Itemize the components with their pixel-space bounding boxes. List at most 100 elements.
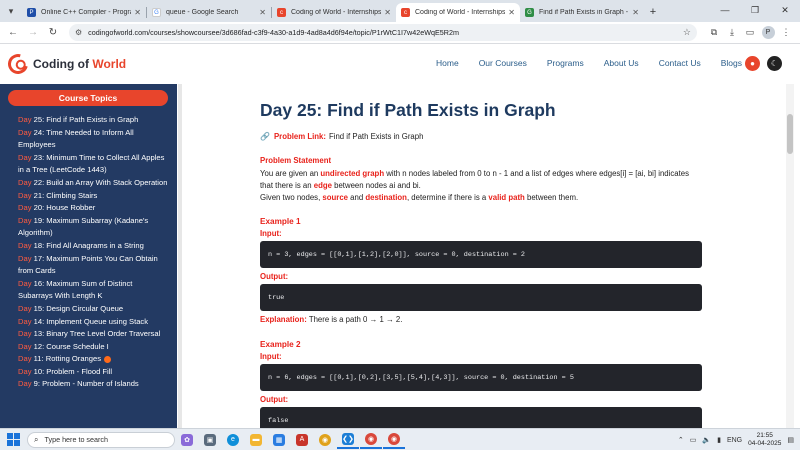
chrome-icon[interactable]: ◉ xyxy=(383,431,405,449)
close-tab-icon[interactable]: ✕ xyxy=(259,8,266,17)
example-heading: Example 2 xyxy=(260,340,301,349)
browser-tab[interactable]: P Online C++ Compiler - Progra ✕ xyxy=(22,3,146,22)
topic-item[interactable]: Day 18: Find All Anagrams in a String xyxy=(18,240,168,253)
close-tab-icon[interactable]: ✕ xyxy=(134,8,141,17)
logo-text: Coding of World xyxy=(33,57,127,71)
site-info-icon[interactable]: ⚙ xyxy=(75,28,82,37)
vscode-icon[interactable]: ❮❯ xyxy=(337,431,359,449)
nav-home[interactable]: Home xyxy=(436,58,459,68)
problem-link[interactable]: Find if Path Exists in Graph xyxy=(329,132,423,141)
topic-item[interactable]: Day 9: Problem - Number of Islands xyxy=(18,378,168,391)
nav-blogs[interactable]: Blogs xyxy=(721,58,742,68)
tray-overflow-icon[interactable]: ⌃ xyxy=(678,436,684,444)
battery-icon[interactable]: ▮ xyxy=(717,436,721,444)
topic-item[interactable]: Day 10: Problem - Flood Fill xyxy=(18,366,168,379)
network-icon[interactable]: ▭ xyxy=(690,436,697,444)
topic-item[interactable]: Day 24: Time Needed to Inform All Employ… xyxy=(18,127,168,152)
clock-time: 21:55 xyxy=(756,432,773,439)
topic-item[interactable]: Day 20: House Robber xyxy=(18,202,168,215)
scrollbar-thumb[interactable] xyxy=(787,114,793,154)
system-tray: ⌃ ▭ 🔈 ▮ ENG 21:55 04-04-2025 ▤ xyxy=(678,429,800,450)
file-explorer-icon[interactable]: ▬ xyxy=(245,431,267,449)
output-label: Output: xyxy=(260,395,289,404)
chrome-icon[interactable]: ◉ xyxy=(314,431,336,449)
extensions-icon[interactable]: ⧉ xyxy=(705,25,723,41)
app-red-icon[interactable]: A xyxy=(291,431,313,449)
google-icon: G xyxy=(152,8,161,17)
browser-tab[interactable]: c Coding of World - Internships, ✕ xyxy=(272,3,396,22)
user-account-icon[interactable]: ● xyxy=(745,56,760,71)
cow-icon: c xyxy=(401,8,410,17)
url-text: codingofworld.com/courses/showcoursee/3d… xyxy=(88,28,459,37)
notifications-icon[interactable]: ▤ xyxy=(787,436,794,444)
close-window-icon[interactable]: ✕ xyxy=(770,0,800,20)
task-view-icon[interactable]: ▣ xyxy=(199,431,221,449)
browser-toolbar: ← → ↻ ⚙ codingofworld.com/courses/showco… xyxy=(0,22,800,44)
close-tab-icon[interactable]: ✕ xyxy=(508,8,515,17)
code-block-input: n = 3, edges = [[0,1],[1,2],[2,0]], sour… xyxy=(260,241,702,268)
widgets-icon[interactable]: ✿ xyxy=(176,431,198,449)
gdb-icon: P xyxy=(27,8,36,17)
topic-item[interactable]: Day 15: Design Circular Queue xyxy=(18,303,168,316)
browser-tab-strip: ▾ P Online C++ Compiler - Progra ✕ G que… xyxy=(0,0,800,22)
topic-item[interactable]: Day 16: Maximum Sum of Distinct Subarray… xyxy=(18,278,168,303)
windows-taskbar: ⌕ Type here to search ✿ ▣ e ▬ ▦ A ◉ ❮❯ ◉… xyxy=(0,428,800,450)
nav-about-us[interactable]: About Us xyxy=(604,58,639,68)
close-tab-icon[interactable]: ✕ xyxy=(632,8,639,17)
tab-search-icon[interactable]: ▾ xyxy=(0,2,22,20)
main-nav: Home Our Courses Programs About Us Conta… xyxy=(436,58,762,68)
browser-tab-active[interactable]: c Coding of World - Internships, ✕ xyxy=(396,3,520,22)
close-tab-icon[interactable]: ✕ xyxy=(384,8,391,17)
topic-item[interactable]: Day 13: Binary Tree Level Order Traversa… xyxy=(18,328,168,341)
topic-item[interactable]: Day 25: Find if Path Exists in Graph xyxy=(18,114,168,127)
edge-icon[interactable]: e xyxy=(222,431,244,449)
topic-item[interactable]: Day 12: Course Schedule I xyxy=(18,341,168,354)
taskbar-search[interactable]: ⌕ Type here to search xyxy=(27,431,175,448)
restore-icon[interactable]: ❐ xyxy=(740,0,770,20)
clock[interactable]: 21:55 04-04-2025 xyxy=(748,432,781,448)
problem-statement: You are given an undirected graph with n… xyxy=(260,169,690,190)
topic-item[interactable]: Day 17: Maximum Points You Can Obtain fr… xyxy=(18,253,168,278)
topic-item[interactable]: Day 11: Rotting Oranges xyxy=(18,353,168,366)
tab-title: queue - Google Search xyxy=(166,9,239,16)
topic-item[interactable]: Day 19: Maximum Subarray (Kadane's Algor… xyxy=(18,215,168,240)
new-tab-button[interactable]: + xyxy=(644,3,662,21)
link-icon: 🔗 xyxy=(260,132,270,141)
chrome-icon[interactable]: ◉ xyxy=(360,431,382,449)
minimize-icon[interactable]: — xyxy=(710,0,740,20)
browser-tab[interactable]: G Find if Path Exists in Graph - Ge ✕ xyxy=(520,3,644,22)
lesson-content: Day 25: Find if Path Exists in Graph 🔗 P… xyxy=(260,100,702,438)
nav-programs[interactable]: Programs xyxy=(547,58,584,68)
menu-kebab-icon[interactable]: ⋮ xyxy=(777,25,795,41)
store-icon[interactable]: ▦ xyxy=(268,431,290,449)
address-bar[interactable]: ⚙ codingofworld.com/courses/showcoursee/… xyxy=(69,24,697,41)
downloads-icon[interactable]: ⤓ xyxy=(723,25,741,41)
page-title: Day 25: Find if Path Exists in Graph xyxy=(260,100,556,120)
sidebar-scrollbar[interactable] xyxy=(178,84,182,428)
problem-statement-heading: Problem Statement xyxy=(260,156,332,165)
problem-link-label: Problem Link: xyxy=(273,132,326,141)
tab-title: Find if Path Exists in Graph - Ge xyxy=(539,9,629,16)
topic-item[interactable]: Day 22: Build an Array With Stack Operat… xyxy=(18,177,168,190)
reload-icon[interactable]: ↻ xyxy=(45,25,61,41)
sidepanel-icon[interactable]: ▭ xyxy=(741,25,759,41)
nav-contact-us[interactable]: Contact Us xyxy=(659,58,701,68)
profile-avatar[interactable]: P xyxy=(759,25,777,41)
page-scrollbar[interactable] xyxy=(786,84,794,428)
topic-item[interactable]: Day 14: Implement Queue using Stack xyxy=(18,316,168,329)
site-logo[interactable]: Coding of World xyxy=(4,50,127,78)
topic-item[interactable]: Day 21: Climbing Stairs xyxy=(18,190,168,203)
course-topics-sidebar: Course Topics Day 25: Find if Path Exist… xyxy=(0,84,177,428)
bookmark-star-icon[interactable]: ☆ xyxy=(683,27,691,38)
browser-tab[interactable]: G queue - Google Search ✕ xyxy=(147,3,271,22)
language-indicator[interactable]: ENG xyxy=(727,437,742,444)
input-label: Input: xyxy=(260,229,282,238)
nav-our-courses[interactable]: Our Courses xyxy=(479,58,527,68)
tab-title: Coding of World - Internships, xyxy=(291,9,382,16)
topic-item[interactable]: Day 23: Minimum Time to Collect All Appl… xyxy=(18,152,168,177)
dark-mode-toggle-icon[interactable]: ☾ xyxy=(767,56,782,71)
back-icon[interactable]: ← xyxy=(5,25,21,41)
volume-icon[interactable]: 🔈 xyxy=(702,436,711,444)
windows-start-icon[interactable] xyxy=(5,432,21,448)
forward-icon[interactable]: → xyxy=(25,25,41,41)
